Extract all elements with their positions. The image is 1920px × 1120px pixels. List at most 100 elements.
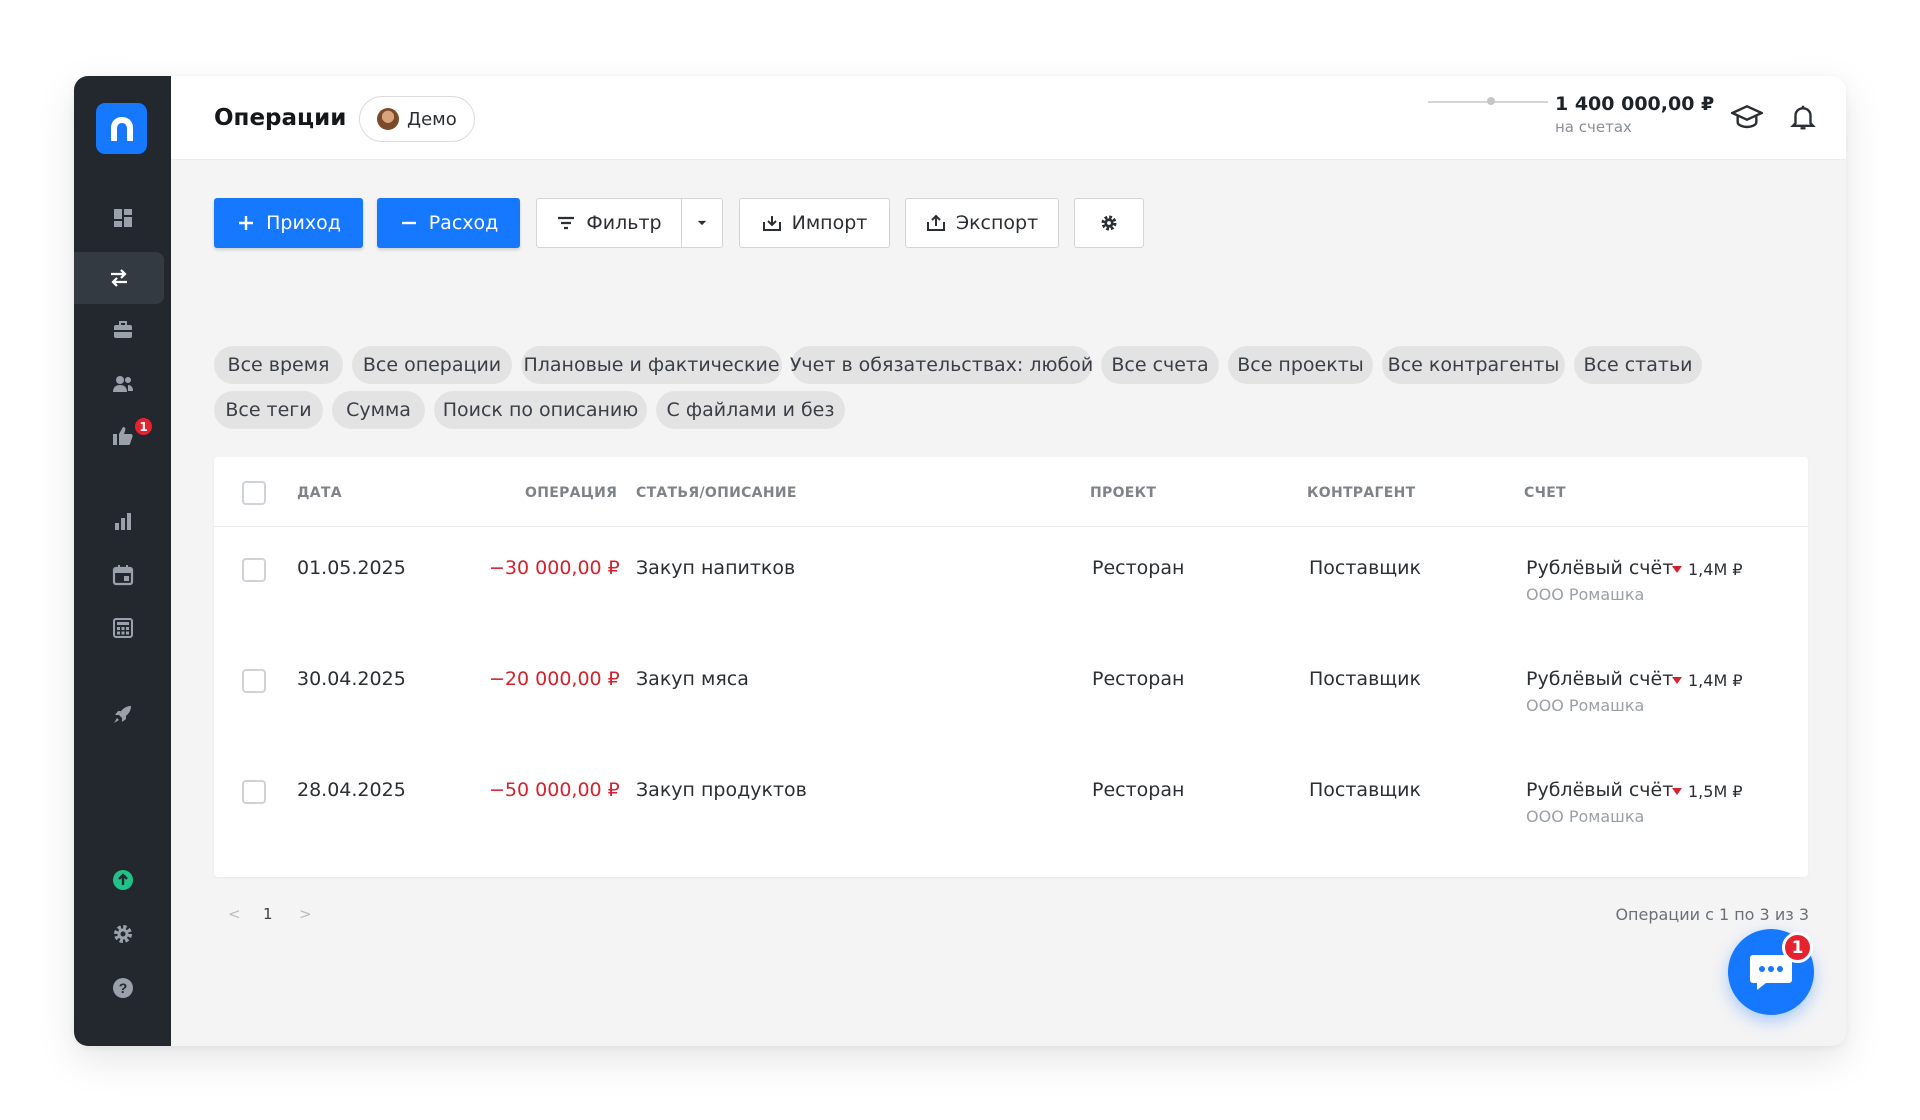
- nav-calendar[interactable]: [74, 549, 171, 601]
- bell-icon: [1790, 105, 1816, 130]
- nav-rocket[interactable]: [74, 688, 171, 740]
- operations-table: ДАТА ОПЕРАЦИЯ СТАТЬЯ/ОПИСАНИЕ ПРОЕКТ КОН…: [214, 457, 1808, 877]
- balance-slider-dot: [1487, 97, 1495, 105]
- demo-button[interactable]: Демо: [359, 96, 475, 142]
- filter-chip-time[interactable]: Все время: [214, 346, 343, 384]
- bar-chart-icon: [114, 513, 131, 530]
- demo-avatar: [377, 108, 399, 130]
- nav-reports[interactable]: [74, 495, 171, 547]
- nav-dashboard[interactable]: [74, 192, 171, 244]
- row-account-balance-value: 1,5М ₽: [1688, 782, 1743, 801]
- thumb-up-icon: [112, 427, 133, 445]
- nav-help[interactable]: ?: [74, 962, 171, 1014]
- gear-icon: [113, 925, 132, 943]
- top-header: Операции Демо 1 400 000,00 ₽ на счетах: [171, 76, 1846, 160]
- nav-operations[interactable]: [74, 252, 164, 304]
- row-contractor: Поставщик: [1309, 779, 1421, 801]
- filter-chip-categories[interactable]: Все статьи: [1574, 346, 1702, 384]
- column-project[interactable]: ПРОЕКТ: [1090, 485, 1156, 501]
- nav-calculator[interactable]: [74, 602, 171, 654]
- export-icon: [926, 214, 945, 231]
- column-description[interactable]: СТАТЬЯ/ОПИСАНИЕ: [636, 485, 797, 501]
- chat-badge: 1: [1782, 932, 1813, 963]
- filter-chip-contractors[interactable]: Все контрагенты: [1382, 346, 1565, 384]
- filter-dropdown-button[interactable]: [681, 198, 723, 248]
- calculator-icon: [112, 618, 133, 638]
- caret-down-icon: [697, 220, 707, 226]
- import-label: Импорт: [791, 212, 868, 234]
- table-row[interactable]: 01.05.2025 −30 000,00 ₽ Закуп напитков Р…: [214, 527, 1808, 638]
- column-operation[interactable]: ОПЕРАЦИЯ: [525, 485, 617, 501]
- pagination-summary: Операции с 1 по 3 из 3: [1615, 905, 1809, 924]
- filter-label: Фильтр: [586, 212, 662, 234]
- down-triangle-icon: [1672, 566, 1682, 573]
- income-button[interactable]: Приход: [214, 198, 363, 248]
- import-button[interactable]: Импорт: [739, 198, 890, 248]
- export-button[interactable]: Экспорт: [905, 198, 1059, 248]
- row-account-balance: 1,4М ₽: [1672, 671, 1743, 690]
- column-contractor[interactable]: КОНТРАГЕНТ: [1307, 485, 1415, 501]
- app-window: 1 ? Операции Демо 1 400 000,00 ₽ на счет…: [74, 76, 1846, 1046]
- row-date: 28.04.2025: [297, 779, 406, 801]
- notifications-button[interactable]: [1785, 99, 1821, 135]
- minus-icon: [401, 221, 416, 225]
- table-row[interactable]: 28.04.2025 −50 000,00 ₽ Закуп продуктов …: [214, 749, 1808, 860]
- demo-label: Демо: [407, 108, 457, 130]
- filter-chip-liabilities[interactable]: Учет в обязательствах: любой: [790, 346, 1093, 384]
- row-project: Ресторан: [1092, 779, 1185, 801]
- row-checkbox[interactable]: [242, 669, 266, 693]
- balance-caption: на счетах: [1555, 118, 1632, 136]
- column-date[interactable]: ДАТА: [297, 485, 342, 501]
- expense-label: Расход: [428, 212, 499, 234]
- balance-amount[interactable]: 1 400 000,00 ₽: [1555, 93, 1714, 115]
- row-company: ООО Ромашка: [1526, 807, 1645, 826]
- filter-button[interactable]: Фильтр: [536, 198, 682, 248]
- table-settings-button[interactable]: [1074, 198, 1144, 248]
- row-description: Закуп мяса: [636, 668, 749, 690]
- pagination-page[interactable]: 1: [263, 905, 273, 923]
- expense-button[interactable]: Расход: [377, 198, 520, 248]
- pagination-prev[interactable]: <: [228, 905, 241, 923]
- row-company: ООО Ромашка: [1526, 696, 1645, 715]
- briefcase-icon: [113, 321, 132, 338]
- filter-chip-plan-fact[interactable]: Плановые и фактические: [521, 346, 782, 384]
- nav-projects[interactable]: [74, 304, 171, 356]
- nav-deals[interactable]: 1: [74, 410, 171, 462]
- users-icon: [112, 376, 133, 392]
- filter-chip-operations[interactable]: Все операции: [352, 346, 512, 384]
- operations-content: Приход Расход Фильтр Импорт Экспорт Все …: [171, 160, 1846, 1046]
- sidebar: 1 ?: [74, 76, 171, 1046]
- select-all-checkbox[interactable]: [242, 481, 266, 505]
- down-triangle-icon: [1672, 677, 1682, 684]
- education-button[interactable]: [1729, 99, 1765, 135]
- filter-chip-files[interactable]: С файлами и без: [656, 391, 845, 429]
- row-project: Ресторан: [1092, 668, 1185, 690]
- deals-badge: 1: [133, 416, 154, 437]
- row-checkbox[interactable]: [242, 780, 266, 804]
- nav-settings[interactable]: [74, 908, 171, 960]
- pagination-next[interactable]: >: [299, 905, 312, 923]
- calendar-icon: [112, 565, 133, 586]
- filter-chip-amount[interactable]: Сумма: [332, 391, 425, 429]
- income-label: Приход: [266, 212, 341, 234]
- row-amount: −50 000,00 ₽: [489, 779, 620, 801]
- logo-icon: [110, 116, 133, 141]
- filter-chip-tags[interactable]: Все теги: [214, 391, 323, 429]
- row-project: Ресторан: [1092, 557, 1185, 579]
- gear-icon: [1101, 215, 1117, 231]
- row-checkbox[interactable]: [242, 558, 266, 582]
- filter-chip-search-description[interactable]: Поиск по описанию: [434, 391, 647, 429]
- column-account[interactable]: СЧЕТ: [1524, 485, 1566, 501]
- app-logo[interactable]: [96, 103, 147, 154]
- svg-text:?: ?: [118, 980, 127, 996]
- row-amount: −30 000,00 ₽: [489, 557, 620, 579]
- table-header: ДАТА ОПЕРАЦИЯ СТАТЬЯ/ОПИСАНИЕ ПРОЕКТ КОН…: [214, 457, 1808, 527]
- table-row[interactable]: 30.04.2025 −20 000,00 ₽ Закуп мяса Ресто…: [214, 638, 1808, 749]
- row-account: Рублёвый счёт: [1526, 668, 1674, 690]
- nav-upgrade[interactable]: [74, 854, 171, 906]
- dashboard-icon: [113, 209, 132, 227]
- row-account: Рублёвый счёт: [1526, 557, 1674, 579]
- nav-contractors[interactable]: [74, 358, 171, 410]
- filter-chip-accounts[interactable]: Все счета: [1101, 346, 1219, 384]
- filter-chip-projects[interactable]: Все проекты: [1228, 346, 1373, 384]
